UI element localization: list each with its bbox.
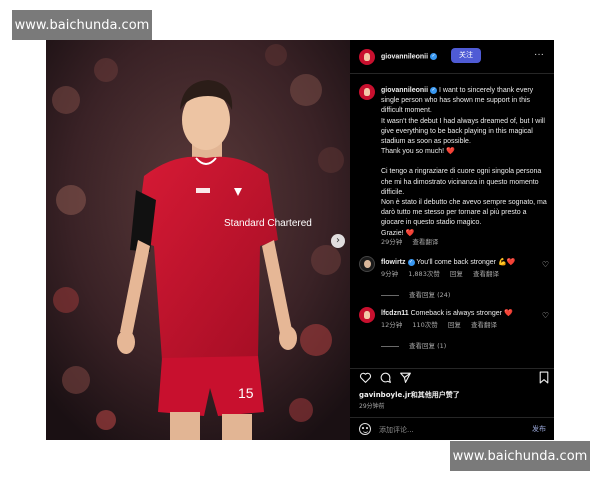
caption-line: Thank you so much! — [381, 148, 445, 156]
comment-text: Comeback is always stronger — [410, 310, 503, 317]
heart-icon[interactable]: ♡ — [542, 260, 549, 269]
view-replies-link[interactable]: 查看回复 (1) — [381, 340, 446, 350]
heart-emoji: ❤️ — [445, 148, 455, 156]
post-comment-button[interactable]: 发布 — [532, 424, 546, 434]
follow-button[interactable]: 关注 — [451, 48, 481, 63]
bookmark-icon[interactable] — [538, 371, 552, 385]
translate-link[interactable]: 查看翻译 — [473, 270, 499, 278]
player-photo-illustration: Standard Chartered 15 — [46, 40, 350, 440]
comment-body: lfcdzn11 Comeback is always stronger ❤️ — [381, 309, 531, 319]
caption-translate-link[interactable]: 查看翻译 — [412, 238, 438, 246]
comment-emoji: 💪❤️ — [497, 259, 516, 266]
avatar[interactable] — [359, 256, 375, 272]
share-icon[interactable] — [399, 371, 413, 385]
watermark-top: www.baichunda.com — [12, 10, 152, 40]
avatar[interactable] — [359, 49, 375, 65]
caption-time: 29分钟 — [381, 238, 403, 246]
shorts-number: 15 — [238, 385, 254, 401]
shirt-sponsor: Standard Chartered — [224, 218, 312, 229]
post-timestamp: 29分钟前 — [359, 403, 385, 410]
post-detail-panel: giovannileonii ✓ 关注 ··· giovannileonii ✓ I… — [350, 40, 554, 440]
heart-icon[interactable]: ♡ — [542, 311, 549, 320]
post-username[interactable]: giovannileonii ✓ — [381, 53, 438, 60]
comment-username[interactable]: lfcdzn11 — [381, 310, 409, 317]
comment-text: You'll come back stronger — [416, 259, 497, 266]
action-bar — [350, 368, 554, 386]
comment-emoji: ❤️ — [503, 310, 513, 317]
comment-input[interactable] — [379, 424, 509, 435]
avatar[interactable] — [359, 307, 375, 323]
comment-meta: 9分钟 1,883次赞 回复 查看翻译 — [381, 268, 507, 278]
comment-username[interactable]: flowirtz — [381, 259, 406, 266]
caption-line: Non è stato il debutto che avevo sempre … — [381, 199, 547, 227]
verified-icon: ✓ — [430, 86, 438, 94]
view-replies-link[interactable]: 查看回复 (24) — [381, 289, 450, 299]
watermark-bottom: www.baichunda.com — [450, 441, 590, 471]
more-icon[interactable]: ··· — [534, 49, 544, 60]
comment-icon[interactable] — [379, 371, 393, 385]
caption-text: giovannileonii ✓ I want to sincerely than… — [381, 86, 549, 239]
reply-link[interactable]: 回复 — [450, 270, 463, 278]
comment-composer: 发布 — [350, 417, 554, 440]
caption-line: It wasn't the debut I had always dreamed… — [381, 117, 545, 146]
caption-line: Ci tengo a ringraziare di cuore ogni sin… — [381, 168, 542, 196]
comment-likes[interactable]: 1,883次赞 — [408, 270, 440, 278]
translate-link[interactable]: 查看翻译 — [471, 321, 497, 329]
post-header: giovannileonii ✓ 关注 ··· — [350, 40, 554, 74]
avatar[interactable] — [359, 84, 375, 100]
reply-link[interactable]: 回复 — [448, 321, 461, 329]
comment-likes[interactable]: 110次赞 — [412, 321, 437, 329]
post-photo[interactable]: Standard Chartered 15 — [46, 40, 350, 440]
caption-username[interactable]: giovannileonii — [381, 87, 428, 94]
caption-meta: 29分钟 查看翻译 — [381, 236, 446, 246]
comment-time: 9分钟 — [381, 270, 399, 278]
chevron-right-icon[interactable]: › — [331, 234, 345, 248]
heart-icon[interactable] — [359, 371, 373, 385]
comment-body: flowirtz ✓ You'll come back stronger 💪❤️ — [381, 258, 531, 268]
emoji-icon[interactable] — [359, 423, 371, 435]
post-username-text[interactable]: giovannileonii — [381, 53, 428, 60]
comment-meta: 12分钟 110次赞 回复 查看翻译 — [381, 319, 505, 329]
liked-by-text[interactable]: gavinboyle.jr和其他用户赞了 — [359, 390, 460, 400]
verified-icon: ✓ — [407, 258, 415, 266]
comment-time: 12分钟 — [381, 321, 403, 329]
verified-icon: ✓ — [430, 53, 438, 60]
